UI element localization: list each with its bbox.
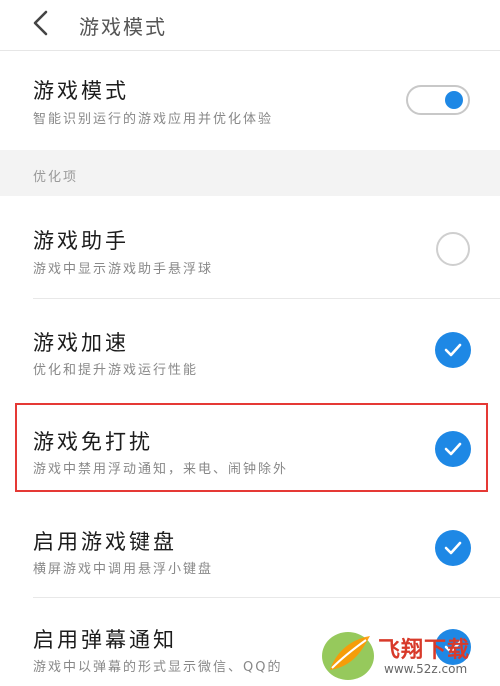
- item-desc: 游戏中显示游戏助手悬浮球: [33, 262, 214, 277]
- divider: [33, 298, 500, 299]
- divider: [33, 597, 500, 598]
- item-title: 游戏助手: [33, 229, 129, 253]
- item-title: 游戏免打扰: [33, 430, 153, 454]
- item-desc: 游戏中禁用浮动通知，来电、闹钟除外: [33, 462, 289, 477]
- checkmark-icon[interactable]: [435, 332, 471, 368]
- section-header: 优化项: [0, 150, 500, 196]
- watermark-name: 飞翔下载: [378, 638, 471, 663]
- leaf-logo-icon: [322, 632, 374, 680]
- watermark: 飞翔下载 www.52z.com: [318, 624, 500, 686]
- section-label: 优化项: [33, 170, 79, 185]
- item-title: 启用弹幕通知: [33, 628, 177, 652]
- top-bar: 游戏模式: [0, 0, 500, 51]
- back-button[interactable]: [26, 8, 56, 38]
- list-item-do-not-disturb[interactable]: 游戏免打扰 游戏中禁用浮动通知，来电、闹钟除外: [0, 405, 500, 491]
- watermark-url: www.52z.com: [384, 662, 468, 676]
- list-item-game-assistant[interactable]: 游戏助手 游戏中显示游戏助手悬浮球: [0, 197, 500, 299]
- game-mode-title: 游戏模式: [33, 79, 129, 103]
- game-mode-toggle[interactable]: [406, 85, 470, 115]
- unchecked-radio-icon[interactable]: [436, 232, 470, 266]
- toggle-knob: [445, 91, 463, 109]
- checkmark-icon[interactable]: [435, 530, 471, 566]
- item-desc: 横屏游戏中调用悬浮小键盘: [33, 562, 214, 577]
- game-mode-desc: 智能识别运行的游戏应用并优化体验: [33, 112, 274, 127]
- item-title: 启用游戏键盘: [33, 530, 177, 554]
- chevron-left-icon: [33, 10, 48, 36]
- page-title: 游戏模式: [79, 15, 167, 39]
- item-title: 游戏加速: [33, 331, 129, 355]
- checkmark-icon[interactable]: [435, 431, 471, 467]
- list-item-game-keyboard[interactable]: 启用游戏键盘 横屏游戏中调用悬浮小键盘: [0, 498, 500, 598]
- game-mode-row[interactable]: 游戏模式 智能识别运行的游戏应用并优化体验: [0, 51, 500, 150]
- list-item-game-boost[interactable]: 游戏加速 优化和提升游戏运行性能: [0, 300, 500, 400]
- item-desc: 优化和提升游戏运行性能: [33, 363, 199, 378]
- item-desc: 游戏中以弹幕的形式显示微信、QQ的: [33, 660, 283, 675]
